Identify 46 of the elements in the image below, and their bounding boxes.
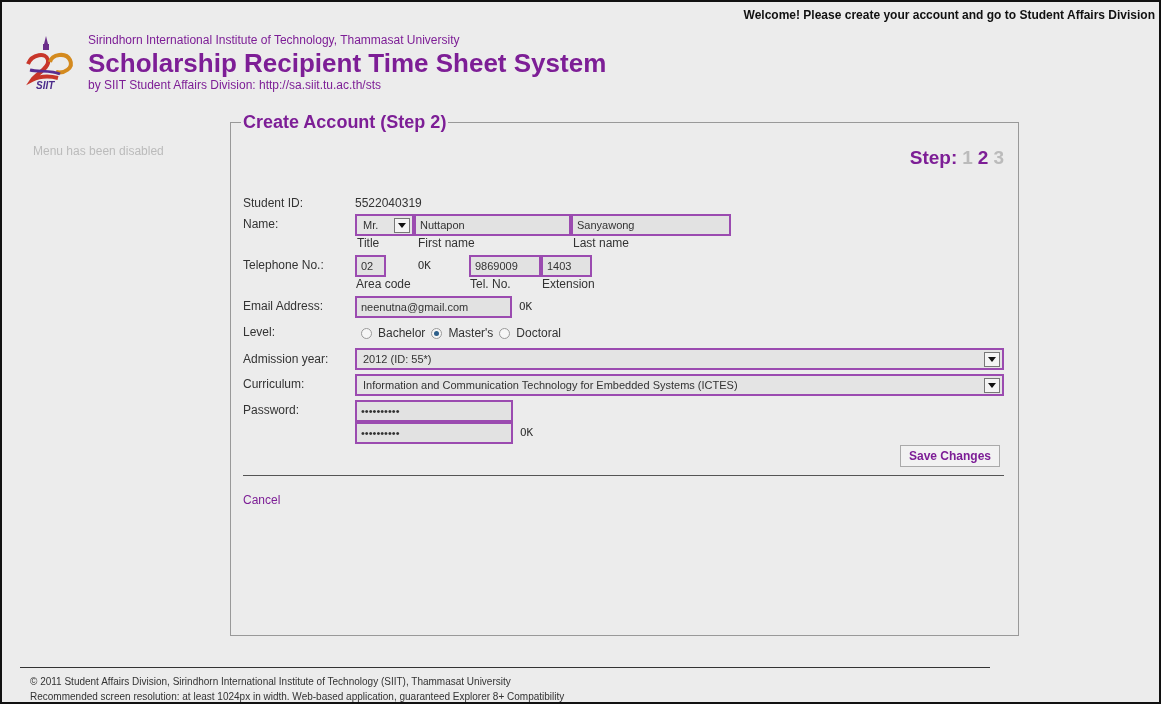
field-caption: Tel. No. bbox=[468, 277, 512, 292]
email-field[interactable]: neenutna@gmail.com bbox=[355, 296, 512, 318]
field-label: Curriculum: bbox=[243, 376, 306, 393]
level-radio[interactable]: Master's bbox=[431, 326, 494, 340]
field-label: Telephone No.: bbox=[243, 257, 325, 274]
level-radio[interactable]: Doctoral bbox=[499, 326, 562, 340]
form-legend: Create Account (Step 2) bbox=[241, 112, 449, 133]
welcome-text: Welcome! Please create your account and go to Student Affairs Division bbox=[743, 7, 1156, 22]
step-number: 2 bbox=[977, 147, 989, 169]
status-text: OK bbox=[518, 299, 533, 313]
footer-text: © 2011 Student Affairs Division, Sirindhorn International Institute of Technology (SIIT), Thammasat University bbox=[30, 675, 512, 689]
caret-icon bbox=[398, 222, 406, 228]
admission-year-select[interactable]: 2012 (ID: 55*) bbox=[355, 348, 1004, 370]
caret-icon bbox=[988, 382, 996, 388]
field-label: Password: bbox=[243, 402, 301, 419]
field-label: Level: bbox=[243, 324, 277, 340]
page-title: Scholarship Recipient Time Sheet System bbox=[88, 48, 607, 78]
field-label: Student ID: bbox=[243, 195, 305, 210]
field-caption: Title bbox=[356, 236, 381, 251]
footer-text: Recommended screen resolution: at least 1024px in width. Web-based application, guaranteed Explorer 8+ Compatibility bbox=[30, 690, 566, 702]
field-caption: Last name bbox=[572, 236, 631, 251]
title-select[interactable]: Mr. bbox=[355, 214, 414, 236]
extension-field[interactable]: 1403 bbox=[540, 255, 592, 277]
area-code-field[interactable]: 02 bbox=[355, 255, 386, 277]
step-label: Step: bbox=[909, 147, 958, 169]
tel-number-field[interactable]: 9869009 bbox=[468, 255, 541, 277]
curriculum-select[interactable]: Information and Communication Technology for Embedded Systems (ICTES) bbox=[355, 374, 1004, 396]
last-name-field[interactable]: Sanyawong bbox=[571, 214, 731, 236]
institute-name: Sirindhorn International Institute of Technology, Thammasat University bbox=[88, 33, 461, 47]
confirm-password-field[interactable]: •••••••••• bbox=[355, 422, 513, 444]
byline-text: by SIIT Student Affairs Division: http://sa.siit.tu.ac.th/sts bbox=[88, 78, 383, 92]
caret-icon bbox=[988, 356, 996, 362]
save-changes-button[interactable]: Save Changes bbox=[899, 445, 1000, 467]
field-caption: Area code bbox=[355, 277, 411, 292]
level-radio[interactable]: Bachelor bbox=[361, 326, 426, 340]
field-label: Email Address: bbox=[243, 298, 325, 315]
status-text: OK bbox=[519, 425, 534, 439]
field-caption: First name bbox=[417, 236, 476, 251]
status-text: OK bbox=[416, 258, 431, 272]
password-field[interactable]: •••••••••• bbox=[355, 400, 513, 422]
cancel-link[interactable]: Cancel bbox=[243, 493, 281, 507]
field-caption: Extension bbox=[540, 277, 595, 292]
field-label: Name: bbox=[243, 216, 280, 233]
first-name-field[interactable]: Nuttapon bbox=[414, 214, 571, 236]
field-label: Admission year: bbox=[243, 351, 330, 368]
student-id-value: 5522040319 bbox=[355, 195, 423, 210]
